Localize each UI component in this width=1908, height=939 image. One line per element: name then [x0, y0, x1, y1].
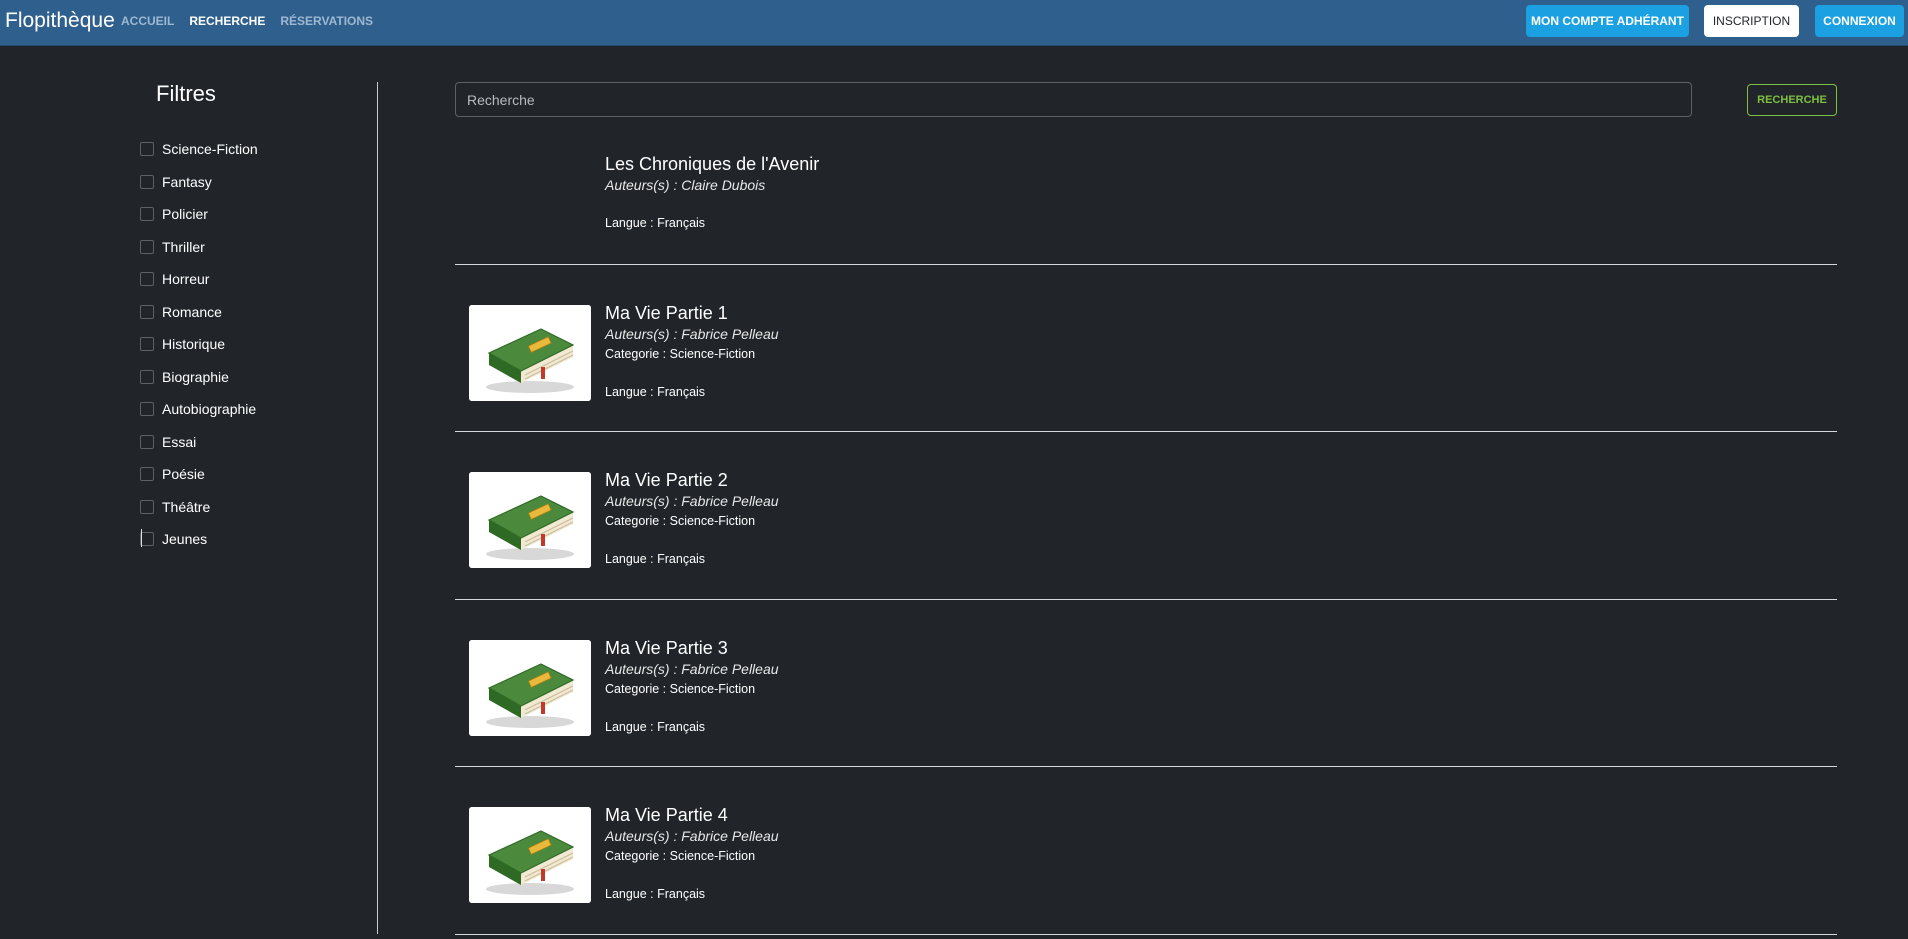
filter-checkbox[interactable]	[140, 272, 154, 287]
filter-item[interactable]: Essai	[140, 426, 258, 459]
book-language: Langue : Français	[605, 887, 706, 901]
filter-item[interactable]: Fantasy	[140, 166, 258, 199]
book-category: Categorie : Science-Fiction	[605, 346, 756, 361]
book-list-item[interactable]: Les Chroniques de l'Avenir Auteurs(s) : C…	[455, 140, 1837, 265]
filter-checkbox[interactable]	[140, 532, 154, 547]
book-cover-icon[interactable]	[469, 807, 591, 903]
book-language: Langue : Français	[605, 719, 706, 734]
filter-label: Science-Fiction	[162, 141, 258, 158]
filter-checkbox[interactable]	[140, 337, 154, 352]
book-list-item[interactable]: Ma Vie Partie 4 Auteurs(s) : Fabrice Pell…	[455, 767, 1837, 935]
filter-checkbox[interactable]	[140, 142, 154, 157]
filter-item[interactable]: Horreur	[140, 263, 258, 296]
filter-item[interactable]: Biographie	[140, 361, 258, 394]
book-info: Ma Vie Partie 1 Auteurs(s) : Fabrice Pell…	[605, 302, 779, 402]
book-title[interactable]: Ma Vie Partie 1	[605, 302, 779, 324]
book-title[interactable]: Ma Vie Partie 3	[605, 637, 779, 659]
book-list-item[interactable]: Ma Vie Partie 2 Auteurs(s) : Fabrice Pell…	[455, 432, 1837, 600]
search-button[interactable]: RECHERCHE	[1747, 84, 1837, 116]
filter-label: Jeunes	[162, 531, 208, 548]
filter-checkbox[interactable]	[140, 304, 154, 319]
filter-item[interactable]: Historique	[140, 328, 258, 361]
book-language: Langue : Français	[605, 552, 706, 566]
book-cover-icon[interactable]	[469, 639, 591, 736]
book-authors: Auteurs(s) : Fabrice Pelleau	[605, 660, 779, 677]
filter-label: Horreur	[162, 271, 210, 288]
book-title[interactable]: Ma Vie Partie 2	[605, 469, 779, 491]
book-authors: Auteurs(s) : Fabrice Pelleau	[605, 828, 779, 844]
filter-checkbox[interactable]	[140, 207, 154, 222]
nav-links: ACCUEIL RECHERCHE RÉSERVATIONS	[121, 13, 373, 29]
filter-label: Historique	[162, 336, 226, 353]
filter-checkbox[interactable]	[140, 467, 154, 482]
filter-label: Policier	[162, 206, 208, 223]
nav-link-recherche[interactable]: RECHERCHE	[189, 13, 265, 29]
filter-item[interactable]: Science-Fiction	[140, 133, 258, 166]
book-category: Categorie : Science-Fiction	[605, 849, 756, 863]
book-authors: Auteurs(s) : Fabrice Pelleau	[605, 325, 779, 342]
book-info: Les Chroniques de l'Avenir Auteurs(s) : C…	[605, 153, 819, 233]
filter-item[interactable]: Poésie	[140, 458, 258, 491]
nav-link-reservations[interactable]: RÉSERVATIONS	[280, 13, 373, 29]
book-language: Langue : Français	[605, 216, 706, 230]
sidebar-divider	[377, 82, 378, 934]
book-title[interactable]: Ma Vie Partie 4	[605, 804, 779, 826]
filter-label: Essai	[162, 433, 197, 450]
book-language: Langue : Français	[605, 384, 706, 399]
book-category: Categorie : Science-Fiction	[605, 514, 756, 528]
filter-list: Science-Fiction Fantasy Policier Thriller Ho…	[140, 133, 258, 556]
filter-label: Autobiographie	[162, 401, 257, 418]
filter-item[interactable]: Théâtre	[140, 491, 258, 524]
results-list: Les Chroniques de l'Avenir Auteurs(s) : C…	[455, 140, 1837, 935]
account-button[interactable]: MON COMPTE ADHÉRANT	[1526, 5, 1689, 37]
brand-logo[interactable]: Flopithèque	[5, 8, 115, 34]
book-info: Ma Vie Partie 2 Auteurs(s) : Fabrice Pell…	[605, 469, 779, 569]
filter-checkbox[interactable]	[140, 434, 154, 449]
book-title[interactable]: Les Chroniques de l'Avenir	[605, 153, 819, 175]
filters-title: Filtres	[156, 81, 216, 106]
book-cover-icon[interactable]	[469, 472, 591, 568]
nav-link-accueil[interactable]: ACCUEIL	[121, 13, 174, 29]
text-cursor	[141, 529, 142, 547]
filter-label: Biographie	[162, 368, 229, 385]
filter-checkbox[interactable]	[140, 174, 154, 189]
login-button[interactable]: CONNEXION	[1815, 5, 1904, 37]
filter-item[interactable]: Thriller	[140, 231, 258, 264]
filter-label: Romance	[162, 303, 222, 320]
filter-item[interactable]: Jeunes	[140, 523, 258, 556]
book-authors: Auteurs(s) : Fabrice Pelleau	[605, 493, 779, 509]
register-button[interactable]: INSCRIPTION	[1704, 5, 1799, 37]
book-info: Ma Vie Partie 4 Auteurs(s) : Fabrice Pell…	[605, 804, 779, 904]
filter-checkbox[interactable]	[140, 499, 154, 514]
book-list-item[interactable]: Ma Vie Partie 3 Auteurs(s) : Fabrice Pell…	[455, 600, 1837, 767]
navbar: Flopithèque ACCUEIL RECHERCHE RÉSERVATIO…	[0, 0, 1908, 46]
filter-item[interactable]: Autobiographie	[140, 393, 258, 426]
filter-item[interactable]: Policier	[140, 198, 258, 231]
filter-item[interactable]: Romance	[140, 296, 258, 329]
book-list-item[interactable]: Ma Vie Partie 1 Auteurs(s) : Fabrice Pell…	[455, 265, 1837, 432]
book-cover-icon[interactable]	[469, 304, 591, 401]
filter-label: Théâtre	[162, 498, 211, 515]
filter-label: Poésie	[162, 466, 205, 483]
book-category: Categorie : Science-Fiction	[605, 681, 756, 696]
filter-checkbox[interactable]	[140, 402, 154, 417]
search-input[interactable]	[455, 82, 1692, 117]
filter-label: Thriller	[162, 238, 205, 255]
book-info: Ma Vie Partie 3 Auteurs(s) : Fabrice Pell…	[605, 637, 779, 737]
filter-checkbox[interactable]	[140, 239, 154, 254]
book-authors: Auteurs(s) : Claire Dubois	[605, 177, 766, 193]
filter-checkbox[interactable]	[140, 369, 154, 384]
filter-label: Fantasy	[162, 173, 212, 190]
